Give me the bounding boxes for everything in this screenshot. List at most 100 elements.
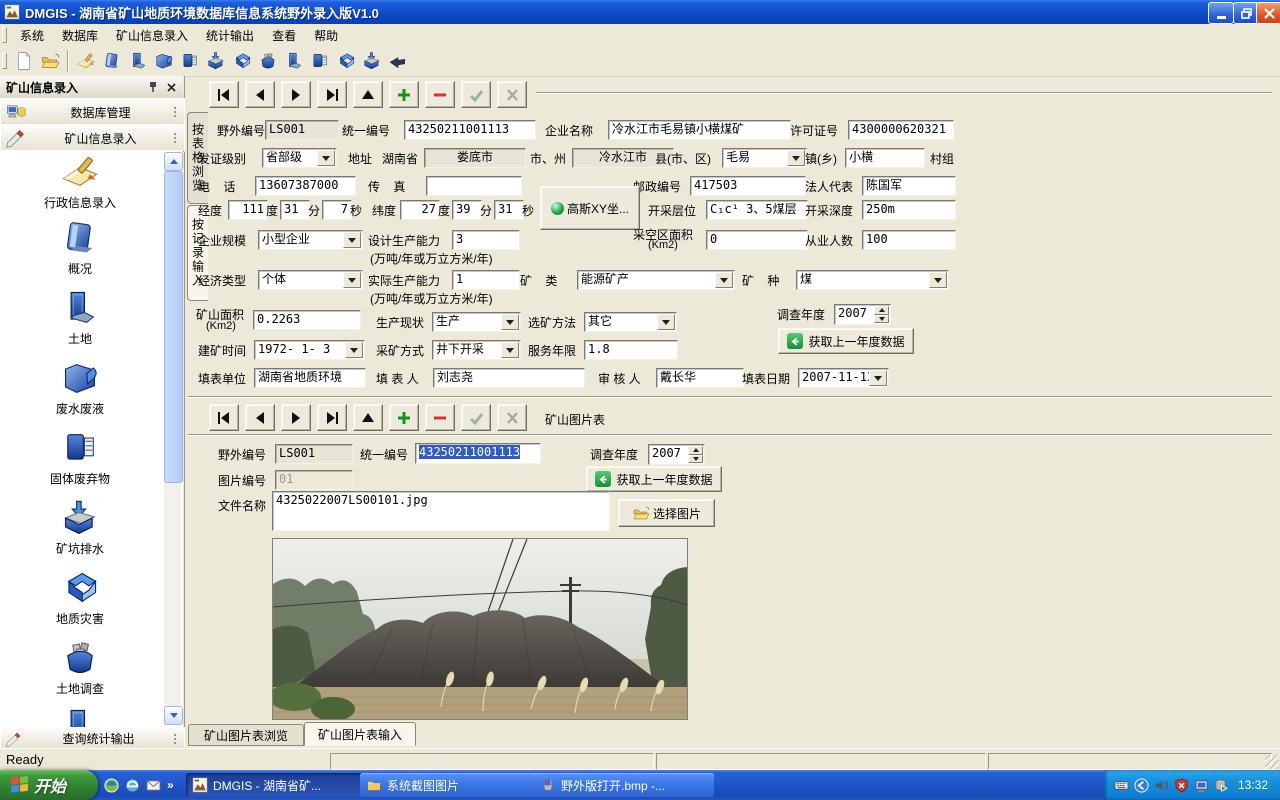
mineral-kind-select[interactable]: 煤: [796, 270, 949, 290]
database-sync-icon[interactable]: [1214, 778, 1229, 793]
fax-input[interactable]: [426, 176, 522, 196]
goaf-area-input[interactable]: 0: [706, 230, 808, 250]
pic-nav-first-button[interactable]: [209, 404, 239, 431]
dropdown-icon[interactable]: [929, 272, 947, 288]
sidebar-item-partial[interactable]: [0, 706, 160, 727]
actual-capacity-input[interactable]: 1: [452, 270, 520, 290]
tray-clock[interactable]: 13:32: [1238, 778, 1268, 792]
mining-method-select[interactable]: 井下开采: [432, 340, 521, 360]
pic-no-input[interactable]: 01: [275, 470, 353, 490]
pic-nav-delete-button[interactable]: [425, 404, 455, 431]
lon-deg-input[interactable]: 111: [228, 200, 268, 220]
menu-stats-output[interactable]: 统计输出: [197, 24, 263, 47]
toolbar-wastewater-button[interactable]: [151, 48, 177, 74]
lat-deg-input[interactable]: 27: [400, 200, 440, 220]
toolbar-land-survey-button[interactable]: [255, 48, 281, 74]
toolbar-overview-button[interactable]: [99, 48, 125, 74]
security-shield-icon[interactable]: [1174, 778, 1189, 793]
nav-prev-button[interactable]: [245, 81, 275, 108]
pic-nav-last-button[interactable]: [317, 404, 347, 431]
nav-confirm-button[interactable]: [461, 81, 491, 108]
license-no-input[interactable]: 4300000620321: [848, 120, 954, 140]
minimize-button[interactable]: [1208, 2, 1234, 24]
pin-icon[interactable]: [145, 79, 161, 95]
tab-picture-browse[interactable]: 矿山图片表浏览: [188, 724, 304, 746]
dropdown-icon[interactable]: [501, 342, 519, 358]
tab-picture-input[interactable]: 矿山图片表输入: [304, 722, 416, 746]
network-icon[interactable]: [1194, 778, 1209, 793]
nav-add-button[interactable]: [389, 81, 419, 108]
beneficiation-select[interactable]: 其它: [584, 312, 677, 332]
phone-input[interactable]: 13607387000: [255, 176, 356, 196]
auditor-input[interactable]: 戴长华: [656, 368, 744, 388]
sidebar-item-land-survey[interactable]: 土地调查: [0, 638, 160, 696]
fill-date-select[interactable]: 2007-11-13: [798, 368, 889, 388]
build-time-select[interactable]: 1972- 1- 3: [254, 340, 365, 360]
lat-sec-input[interactable]: 31: [494, 200, 524, 220]
taskbar-task-paint[interactable]: 野外版打开.bmp -...: [534, 773, 714, 797]
pic-field-no-input[interactable]: LS001: [275, 444, 353, 464]
toolbar-export-button[interactable]: [385, 48, 411, 74]
production-status-select[interactable]: 生产: [432, 312, 521, 332]
dropdown-icon[interactable]: [869, 370, 887, 386]
pic-fetch-previous-year-button[interactable]: 获取上一年度数据: [586, 466, 722, 492]
sidebar-item-pit-drainage[interactable]: 矿坑排水: [0, 498, 160, 556]
sidebar-group-mine-entry[interactable]: 矿山信息录入: [0, 124, 185, 152]
pic-nav-confirm-button[interactable]: [461, 404, 491, 431]
pic-nav-cancel-button[interactable]: [497, 404, 527, 431]
survey-year-spinner[interactable]: 2007: [834, 304, 891, 325]
economic-type-select[interactable]: 个体: [258, 270, 363, 290]
dropdown-icon[interactable]: [501, 314, 519, 330]
spinner-icons[interactable]: [874, 306, 889, 323]
dropdown-icon[interactable]: [787, 150, 805, 166]
resize-grip[interactable]: [1265, 755, 1279, 769]
internet-explorer-icon[interactable]: [125, 778, 140, 793]
mining-depth-input[interactable]: 250m: [862, 200, 956, 220]
sidebar-item-solid-waste[interactable]: 固体废弃物: [0, 428, 160, 486]
mine-area-input[interactable]: 0.2263: [253, 310, 361, 330]
service-life-input[interactable]: 1.8: [584, 340, 678, 360]
menu-help[interactable]: 帮助: [305, 24, 347, 47]
lat-min-input[interactable]: 39: [452, 200, 482, 220]
lon-sec-input[interactable]: 7: [322, 200, 352, 220]
toolbar-new-button[interactable]: [11, 48, 37, 74]
pic-year-spinner[interactable]: 2007: [648, 444, 705, 465]
sidebar-group-database[interactable]: 数据库管理: [0, 98, 185, 126]
toolbar-archive-button[interactable]: [307, 48, 333, 74]
pic-unified-input[interactable]: 43250211001113: [415, 443, 541, 464]
toolbar-admin-entry-button[interactable]: [73, 48, 99, 74]
cert-level-select[interactable]: 省部级: [262, 148, 337, 168]
toolbar-buildings-button[interactable]: [333, 48, 359, 74]
nav-first-button[interactable]: [209, 81, 239, 108]
menu-mine-info-entry[interactable]: 矿山信息录入: [107, 24, 197, 47]
pic-nav-top-button[interactable]: [353, 404, 383, 431]
design-capacity-input[interactable]: 3: [452, 230, 520, 250]
lon-min-input[interactable]: 31: [280, 200, 310, 220]
close-button[interactable]: [1256, 2, 1280, 24]
nav-last-button[interactable]: [317, 81, 347, 108]
postcode-input[interactable]: 417503: [690, 176, 806, 196]
toolbar-land-button[interactable]: [125, 48, 151, 74]
pic-nav-add-button[interactable]: [389, 404, 419, 431]
dropdown-icon[interactable]: [345, 342, 363, 358]
taskbar-task-dmgis[interactable]: DMGIS - 湖南省矿...: [186, 773, 366, 797]
dropdown-icon[interactable]: [343, 272, 361, 288]
choose-picture-button[interactable]: 选择图片: [618, 499, 715, 527]
filler-input[interactable]: 刘志尧: [433, 368, 585, 388]
dropdown-icon[interactable]: [715, 272, 733, 288]
scroll-up-icon[interactable]: [164, 152, 183, 171]
messenger-icon[interactable]: [104, 778, 119, 793]
scroll-down-icon[interactable]: [164, 706, 183, 725]
sidebar-close-icon[interactable]: [163, 79, 179, 95]
dropdown-icon[interactable]: [317, 150, 335, 166]
menu-view[interactable]: 查看: [263, 24, 305, 47]
field-no-input[interactable]: LS001: [265, 120, 339, 140]
sidebar-scrollbar[interactable]: [164, 152, 181, 725]
toolbar-grip[interactable]: [2, 53, 7, 69]
pic-nav-next-button[interactable]: [281, 404, 311, 431]
menu-database[interactable]: 数据库: [53, 24, 107, 47]
sidebar-item-wastewater[interactable]: 废水废液: [0, 358, 160, 416]
language-bar-icon[interactable]: [1134, 778, 1149, 793]
volume-icon[interactable]: [1154, 778, 1169, 793]
mining-layer-input[interactable]: C₁c¹ 3、5煤层: [706, 200, 808, 220]
